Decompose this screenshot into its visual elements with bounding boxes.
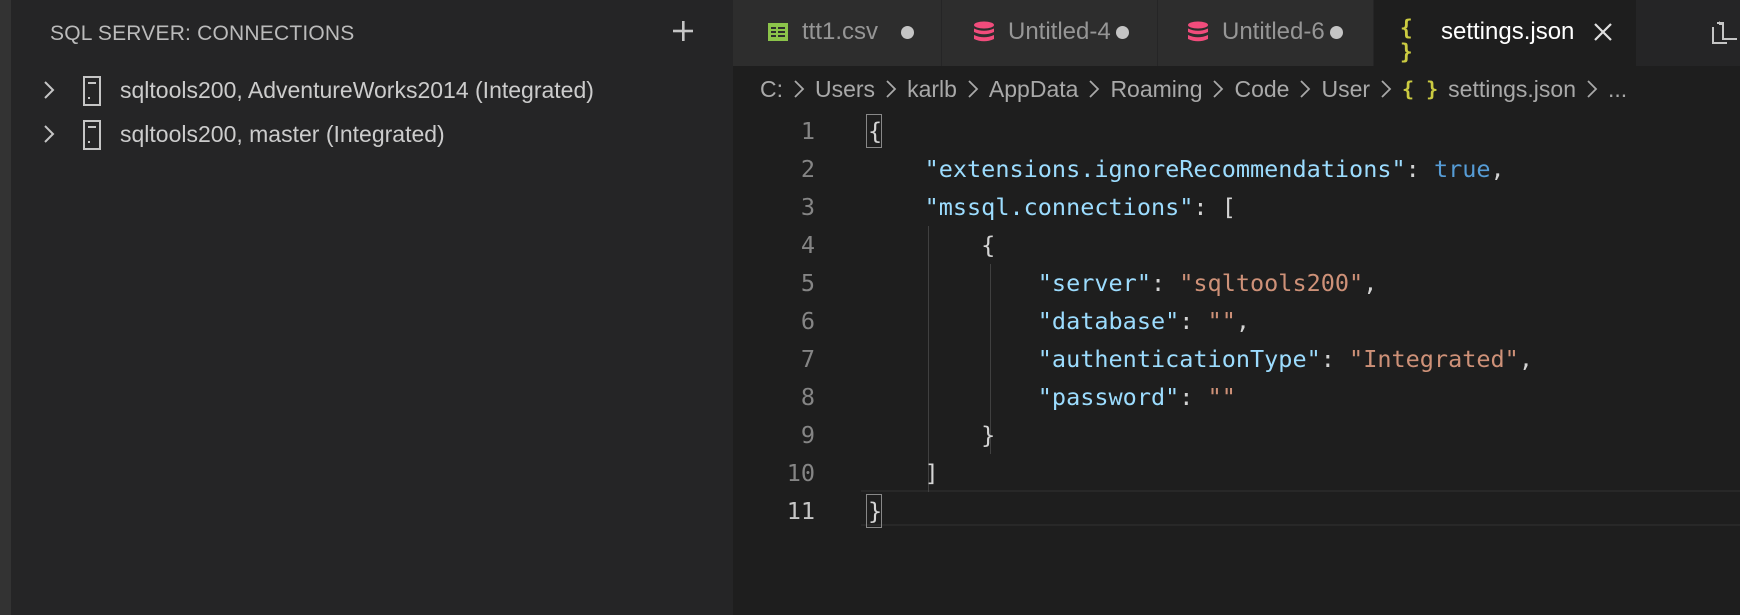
code-text: "extensions.ignoreRecommendations": true… (924, 155, 1505, 183)
breadcrumb-more[interactable]: ... (1608, 76, 1627, 103)
connection-label: sqltools200, master (Integrated) (120, 121, 445, 147)
line-number: 10 (786, 459, 815, 487)
chevron-right-icon (968, 80, 979, 98)
code-text: } (868, 421, 996, 449)
code-text: "server": "sqltools200", (1037, 269, 1378, 297)
code-text: "database": "", (1037, 307, 1251, 335)
line-number: 3 (800, 193, 815, 221)
breadcrumb: C: Users karlb AppData Roaming Code User… (760, 74, 1627, 104)
code-text: "password": "" (1037, 383, 1236, 411)
line-number: 6 (800, 307, 815, 335)
tab-settings-json[interactable]: { } settings.json (1374, 0, 1637, 66)
tab-untitled-4[interactable]: Untitled-4 (942, 0, 1158, 66)
server-icon (83, 120, 101, 150)
breadcrumb-item[interactable]: Code (1234, 76, 1289, 103)
panel-title: SQL SERVER: CONNECTIONS (50, 22, 355, 45)
connection-label: sqltools200, AdventureWorks2014 (Integra… (120, 77, 594, 103)
app-window: SQL SERVER: CONNECTIONS sqltools200, Adv… (0, 0, 1740, 615)
line-number: 7 (800, 345, 815, 373)
connection-item-master[interactable]: sqltools200, master (Integrated) (11, 112, 733, 156)
code-line[interactable]: 1{ (733, 112, 1740, 150)
tab-label: settings.json (1441, 18, 1575, 45)
code-text: ] (868, 459, 939, 487)
line-number: 8 (800, 383, 815, 411)
code-line[interactable]: 6 "database": "", (733, 302, 1740, 340)
unsaved-dot-icon[interactable] (1116, 26, 1129, 39)
code-line[interactable]: 2 "extensions.ignoreRecommendations": tr… (733, 150, 1740, 188)
close-icon[interactable] (1590, 19, 1616, 45)
breadcrumb-item[interactable]: Roaming (1110, 76, 1202, 103)
code-text: { (868, 231, 996, 259)
breadcrumb-item[interactable]: AppData (989, 76, 1079, 103)
chevron-right-icon (1587, 80, 1598, 98)
connection-item-adventureworks[interactable]: sqltools200, AdventureWorks2014 (Integra… (11, 68, 733, 112)
breadcrumb-item[interactable]: Users (815, 76, 875, 103)
breadcrumb-file[interactable]: settings.json (1448, 76, 1576, 103)
breadcrumb-item[interactable]: User (1321, 76, 1370, 103)
code-line[interactable]: 9 } (733, 416, 1740, 454)
code-line[interactable]: 11} (733, 492, 1740, 530)
chevron-right-icon (794, 80, 805, 98)
tab-untitled-6[interactable]: Untitled-6 (1158, 0, 1374, 66)
chevron-right-icon (1381, 80, 1392, 98)
code-text: "mssql.connections": [ (924, 193, 1236, 221)
line-number: 2 (800, 155, 815, 183)
code-line[interactable]: 7 "authenticationType": "Integrated", (733, 340, 1740, 378)
code-text: { (868, 117, 883, 145)
activity-bar-edge (0, 0, 11, 615)
tab-bar: ttt1.csv Untitled-4 Untitled-6 {} setti… (733, 0, 1740, 66)
plus-icon (673, 21, 693, 41)
chevron-right-icon (1089, 80, 1100, 98)
add-connection-button[interactable] (666, 14, 700, 48)
unsaved-dot-icon[interactable] (901, 26, 914, 39)
unsaved-dot-icon[interactable] (1330, 26, 1343, 39)
code-line[interactable]: 4 { (733, 226, 1740, 264)
line-number: 9 (800, 421, 815, 449)
csv-table-icon (768, 23, 788, 41)
json-braces-icon: { } (1400, 16, 1413, 64)
code-line[interactable]: 5 "server": "sqltools200", (733, 264, 1740, 302)
chevron-right-icon (886, 80, 897, 98)
code-text: "authenticationType": "Integrated", (1037, 345, 1533, 373)
tab-label: Untitled-4 (1008, 18, 1111, 45)
breadcrumb-item[interactable]: C: (760, 76, 783, 103)
code-text: } (868, 497, 883, 525)
code-line[interactable]: 10 ] (733, 454, 1740, 492)
chevron-right-icon (1300, 80, 1311, 98)
line-number: 11 (786, 497, 815, 525)
line-number: 5 (800, 269, 815, 297)
chevron-right-icon (1213, 80, 1224, 98)
split-editor-icon (1712, 21, 1737, 44)
line-number: 4 (800, 231, 815, 259)
sql-server-connections-panel: SQL SERVER: CONNECTIONS sqltools200, Adv… (11, 0, 733, 615)
json-braces-icon: { } (1402, 77, 1439, 101)
database-icon (1188, 21, 1208, 42)
server-icon (83, 76, 101, 106)
tab-label: ttt1.csv (802, 18, 879, 45)
panel-header: SQL SERVER: CONNECTIONS (11, 0, 733, 66)
database-icon (974, 21, 994, 42)
tab-ttt1-csv[interactable]: ttt1.csv (733, 0, 942, 66)
editor-area: ttt1.csv Untitled-4 Untitled-6 {} setti… (733, 0, 1740, 615)
open-changes-button[interactable] (1701, 0, 1740, 66)
code-line[interactable]: 3 "mssql.connections": [ (733, 188, 1740, 226)
line-number: 1 (800, 117, 815, 145)
code-line[interactable]: 8 "password": "" (733, 378, 1740, 416)
tab-label: Untitled-6 (1222, 18, 1325, 45)
chevron-right-icon[interactable] (38, 123, 60, 145)
chevron-right-icon[interactable] (38, 79, 60, 101)
breadcrumb-item[interactable]: karlb (907, 76, 957, 103)
